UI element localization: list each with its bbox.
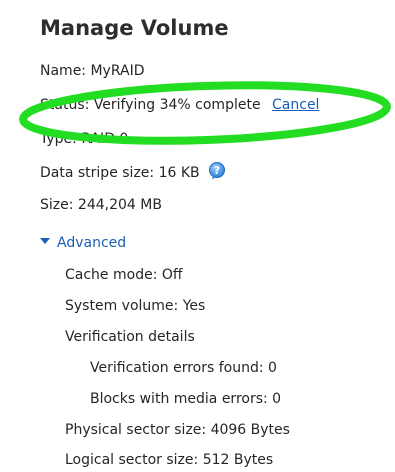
volume-name: Name: MyRAID	[40, 63, 145, 79]
stripe-size-row: Data stripe size: 16 KB ?	[40, 162, 226, 183]
system-volume: System volume: Yes	[65, 298, 206, 314]
advanced-expander[interactable]: Advanced	[40, 233, 126, 253]
triangle-down-icon	[40, 238, 50, 244]
volume-size: Size: 244,204 MB	[40, 197, 162, 213]
stripe-size-text: Data stripe size: 16 KB	[40, 165, 200, 181]
physical-sector-size: Physical sector size: 4096 Bytes	[65, 422, 290, 438]
verification-details-heading: Verification details	[65, 329, 195, 345]
logical-sector-size: Logical sector size: 512 Bytes	[65, 452, 274, 468]
svg-text:?: ?	[214, 164, 220, 177]
status-row: Status: Verifying 34% complete Cancel	[40, 95, 319, 115]
status-text: Status: Verifying 34% complete	[40, 97, 261, 113]
advanced-label: Advanced	[57, 235, 127, 251]
volume-type: Type: RAID 0	[40, 131, 129, 147]
help-icon[interactable]: ?	[208, 162, 226, 180]
verification-errors-found: Verification errors found: 0	[90, 360, 277, 376]
cache-mode: Cache mode: Off	[65, 267, 183, 283]
manage-volume-panel: Manage Volume Name: MyRAID Status: Verif…	[0, 0, 395, 472]
media-errors: Blocks with media errors: 0	[90, 391, 282, 407]
page-title: Manage Volume	[40, 16, 229, 40]
cancel-link[interactable]: Cancel	[272, 97, 319, 113]
